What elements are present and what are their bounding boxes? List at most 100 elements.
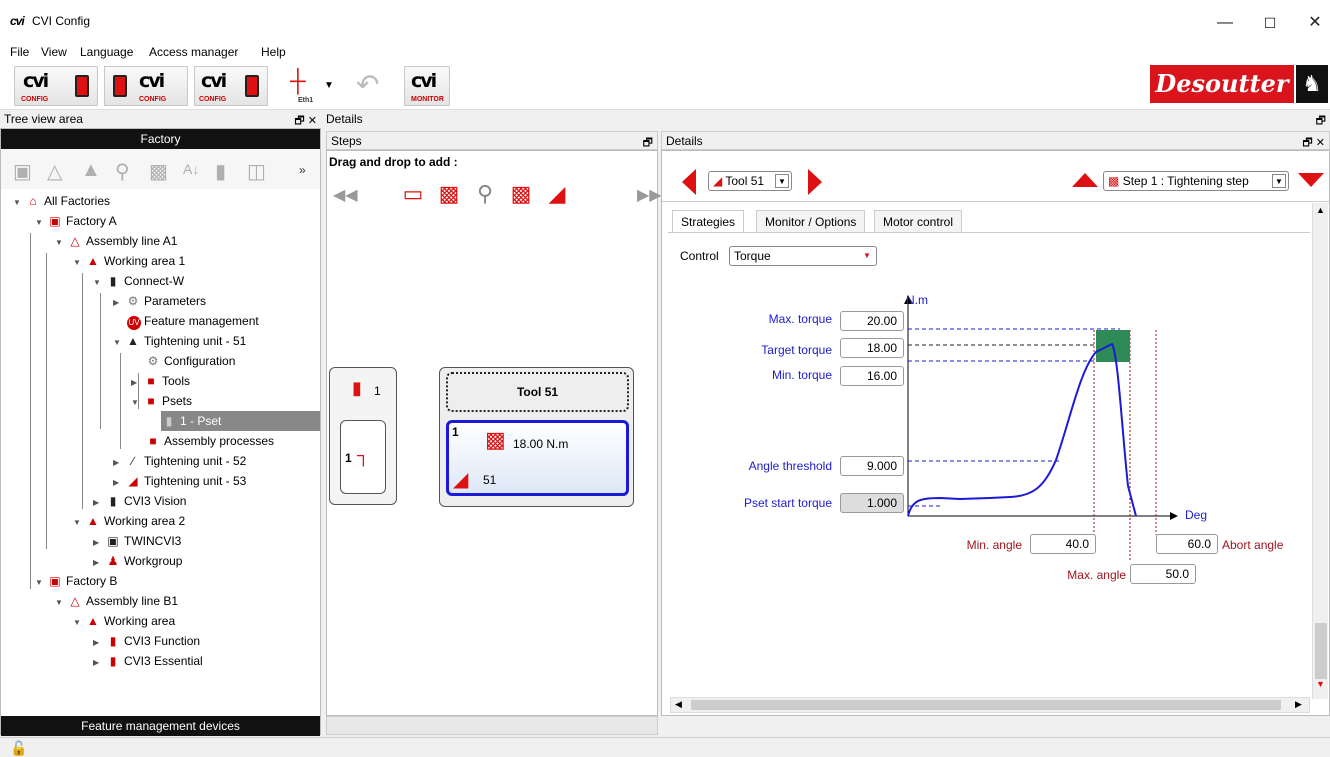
scroll-right-icon[interactable]: ▶▶ bbox=[637, 185, 662, 205]
chevron-right-icon[interactable]: ▶ bbox=[93, 653, 105, 673]
tree-item-cvi3-essential[interactable]: ▶ ▮ CVI3 Essential bbox=[93, 651, 203, 671]
angle-threshold-field[interactable]: 9.000 bbox=[840, 456, 904, 476]
menu-file[interactable]: File bbox=[10, 45, 29, 59]
copy-icon[interactable]: ▩ bbox=[149, 159, 168, 184]
scroll-up-icon[interactable]: ▲ bbox=[1316, 205, 1325, 215]
tree-item-connect-w[interactable]: ▼ ▮ Connect-W bbox=[93, 271, 184, 291]
tree-item-workgroup[interactable]: ▶ ♟ Workgroup bbox=[93, 551, 182, 571]
steps-scrollbar[interactable] bbox=[326, 716, 658, 735]
scrollbar-thumb[interactable] bbox=[1315, 623, 1327, 679]
tree-item-configuration[interactable]: ⚙ Configuration bbox=[145, 351, 236, 371]
tab-strategies[interactable]: Strategies bbox=[672, 210, 745, 232]
step-combo[interactable]: ▩ Step 1 : Tightening step ▼ bbox=[1103, 171, 1289, 191]
min-torque-field[interactable]: 16.00 bbox=[840, 366, 904, 386]
chevron-down-icon[interactable]: ▼ bbox=[73, 253, 85, 273]
tree-item-factory-b[interactable]: ▼ ▣ Factory B bbox=[35, 571, 117, 591]
chevron-down-icon[interactable]: ▼ bbox=[775, 174, 789, 188]
more-icon[interactable]: » bbox=[299, 163, 306, 177]
ethernet-button[interactable]: ┼ Eth1 bbox=[280, 66, 320, 106]
tree-item-twincvi3[interactable]: ▶ ▣ TWINCVI3 bbox=[93, 531, 181, 551]
chevron-down-icon[interactable]: ▼ bbox=[113, 333, 125, 353]
menu-access-manager[interactable]: Access manager bbox=[149, 45, 238, 59]
tool-icon[interactable]: ▮ bbox=[215, 159, 226, 184]
previous-tool-icon[interactable] bbox=[682, 169, 696, 195]
scroll-left-icon[interactable]: ◀◀ bbox=[333, 185, 358, 205]
menu-view[interactable]: View bbox=[41, 45, 67, 59]
chevron-down-icon[interactable]: ▼ bbox=[35, 573, 47, 593]
chevron-right-icon[interactable]: ▶ bbox=[93, 533, 105, 553]
tree-item-parameters[interactable]: ▶ ⚙ Parameters bbox=[113, 291, 206, 311]
max-torque-field[interactable]: 20.00 bbox=[840, 311, 904, 331]
search-device-icon[interactable]: ⚲ bbox=[115, 159, 130, 184]
add-factory-icon[interactable]: ▣ bbox=[13, 159, 32, 184]
chevron-right-icon[interactable]: ▶ bbox=[93, 633, 105, 653]
tree-item-factory-a[interactable]: ▼ ▣ Factory A bbox=[35, 211, 117, 231]
menu-help[interactable]: Help bbox=[261, 45, 286, 59]
lock-icon[interactable]: 🔓 bbox=[10, 740, 27, 757]
cvi-config-import-button[interactable]: cvi CONFIG bbox=[104, 66, 188, 106]
tree-item-cvi3-vision[interactable]: ▶ ▮ CVI3 Vision bbox=[93, 491, 186, 511]
chevron-down-icon[interactable]: ▼ bbox=[860, 249, 874, 263]
rundown-step-icon[interactable]: ▩ bbox=[507, 181, 535, 209]
target-torque-field[interactable]: 18.00 bbox=[840, 338, 904, 358]
dock-float-icon[interactable]: 🗗 bbox=[1316, 112, 1326, 131]
scroll-down-icon[interactable]: ▼ bbox=[1316, 679, 1325, 689]
step-type-box[interactable]: 1 ┐ bbox=[340, 420, 386, 494]
tree-item-pset-1[interactable]: ▮ 1 - Pset bbox=[161, 411, 320, 431]
undo-button[interactable]: ↶ bbox=[350, 66, 396, 106]
tree-item-working-area-2[interactable]: ▼ ▲ Working area 2 bbox=[73, 511, 185, 531]
tool-name-box[interactable]: Tool 51 bbox=[446, 372, 629, 412]
cvi-monitor-button[interactable]: cvi MONITOR bbox=[404, 66, 450, 106]
abort-angle-field[interactable]: 60.0 bbox=[1156, 534, 1218, 554]
tightening-step-card[interactable]: 1 ▩ 18.00 N.m ◢ 51 bbox=[446, 420, 629, 496]
close-icon[interactable]: ✕ bbox=[1300, 10, 1330, 36]
chevron-right-icon[interactable]: ▶ bbox=[93, 553, 105, 573]
chevron-right-icon[interactable]: ▶ bbox=[113, 473, 125, 493]
chevron-right-icon[interactable]: ▶ bbox=[113, 293, 125, 313]
scroll-left-icon[interactable]: ◀ bbox=[675, 699, 682, 710]
tree-item-all-factories[interactable]: ▼ ⌂ All Factories bbox=[13, 191, 110, 211]
chevron-right-icon[interactable]: ▶ bbox=[93, 493, 105, 513]
horizontal-scrollbar[interactable]: ◀ ▶ bbox=[670, 697, 1310, 713]
search-step-icon[interactable]: ⚲ bbox=[471, 181, 499, 209]
add-line-icon[interactable]: △ bbox=[47, 159, 62, 184]
minimize-icon[interactable]: — bbox=[1210, 10, 1240, 36]
chevron-right-icon[interactable]: ▶ bbox=[113, 453, 125, 473]
tree-item-tools[interactable]: ▶ ■ Tools bbox=[131, 371, 190, 391]
tree-item-assembly-line-b1[interactable]: ▼ △ Assembly line B1 bbox=[55, 591, 178, 611]
chevron-down-icon[interactable]: ▼ bbox=[1272, 174, 1286, 188]
tightening-step-icon[interactable]: ▭ bbox=[399, 181, 427, 209]
chevron-down-icon[interactable]: ▼ bbox=[324, 80, 334, 91]
chevron-down-icon[interactable]: ▼ bbox=[73, 613, 85, 633]
pset-start-torque-field[interactable]: 1.000 bbox=[840, 493, 904, 513]
feature-management-devices-bar[interactable]: Feature management devices bbox=[1, 716, 320, 736]
tree-item-assembly-processes[interactable]: ■ Assembly processes bbox=[145, 431, 274, 451]
menu-language[interactable]: Language bbox=[80, 45, 133, 59]
loosening-step-icon[interactable]: ▩ bbox=[435, 181, 463, 209]
maximize-icon[interactable]: ☐ bbox=[1255, 10, 1285, 36]
chevron-down-icon[interactable]: ▼ bbox=[13, 193, 25, 213]
tree-item-assembly-line-a1[interactable]: ▼ △ Assembly line A1 bbox=[55, 231, 177, 251]
tree-item-working-area[interactable]: ▼ ▲ Working area bbox=[73, 611, 175, 631]
next-step-icon[interactable] bbox=[1298, 173, 1324, 187]
min-angle-field[interactable]: 40.0 bbox=[1030, 534, 1096, 554]
add-area-icon[interactable]: ▲ bbox=[81, 159, 101, 182]
tree-item-feature-management[interactable]: UV Feature management bbox=[127, 311, 259, 331]
previous-step-icon[interactable] bbox=[1072, 173, 1098, 187]
tree-item-tightening-unit-51[interactable]: ▼ ▲ Tightening unit - 51 bbox=[113, 331, 246, 351]
tab-motor-control[interactable]: Motor control bbox=[874, 210, 963, 232]
chevron-down-icon[interactable]: ▼ bbox=[131, 393, 143, 413]
chevron-down-icon[interactable]: ▼ bbox=[93, 273, 105, 293]
tree-item-psets[interactable]: ▼ ■ Psets bbox=[131, 391, 192, 411]
tool-combo[interactable]: ◢ Tool 51 ▼ bbox=[708, 171, 792, 191]
tree-item-tightening-unit-53[interactable]: ▶ ◢ Tightening unit - 53 bbox=[113, 471, 246, 491]
tool-step-icon[interactable]: ◢ bbox=[543, 181, 571, 209]
next-tool-icon[interactable] bbox=[808, 169, 822, 195]
scroll-right-icon[interactable]: ▶ bbox=[1295, 699, 1302, 710]
vertical-scrollbar[interactable]: ▲ ▼ bbox=[1312, 203, 1328, 699]
tree-item-tightening-unit-52[interactable]: ▶ ∕ Tightening unit - 52 bbox=[113, 451, 246, 471]
chevron-down-icon[interactable]: ▼ bbox=[55, 593, 67, 613]
tree-item-working-area-1[interactable]: ▼ ▲ Working area 1 bbox=[73, 251, 185, 271]
chevron-down-icon[interactable]: ▼ bbox=[35, 213, 47, 233]
max-angle-field[interactable]: 50.0 bbox=[1130, 564, 1196, 584]
